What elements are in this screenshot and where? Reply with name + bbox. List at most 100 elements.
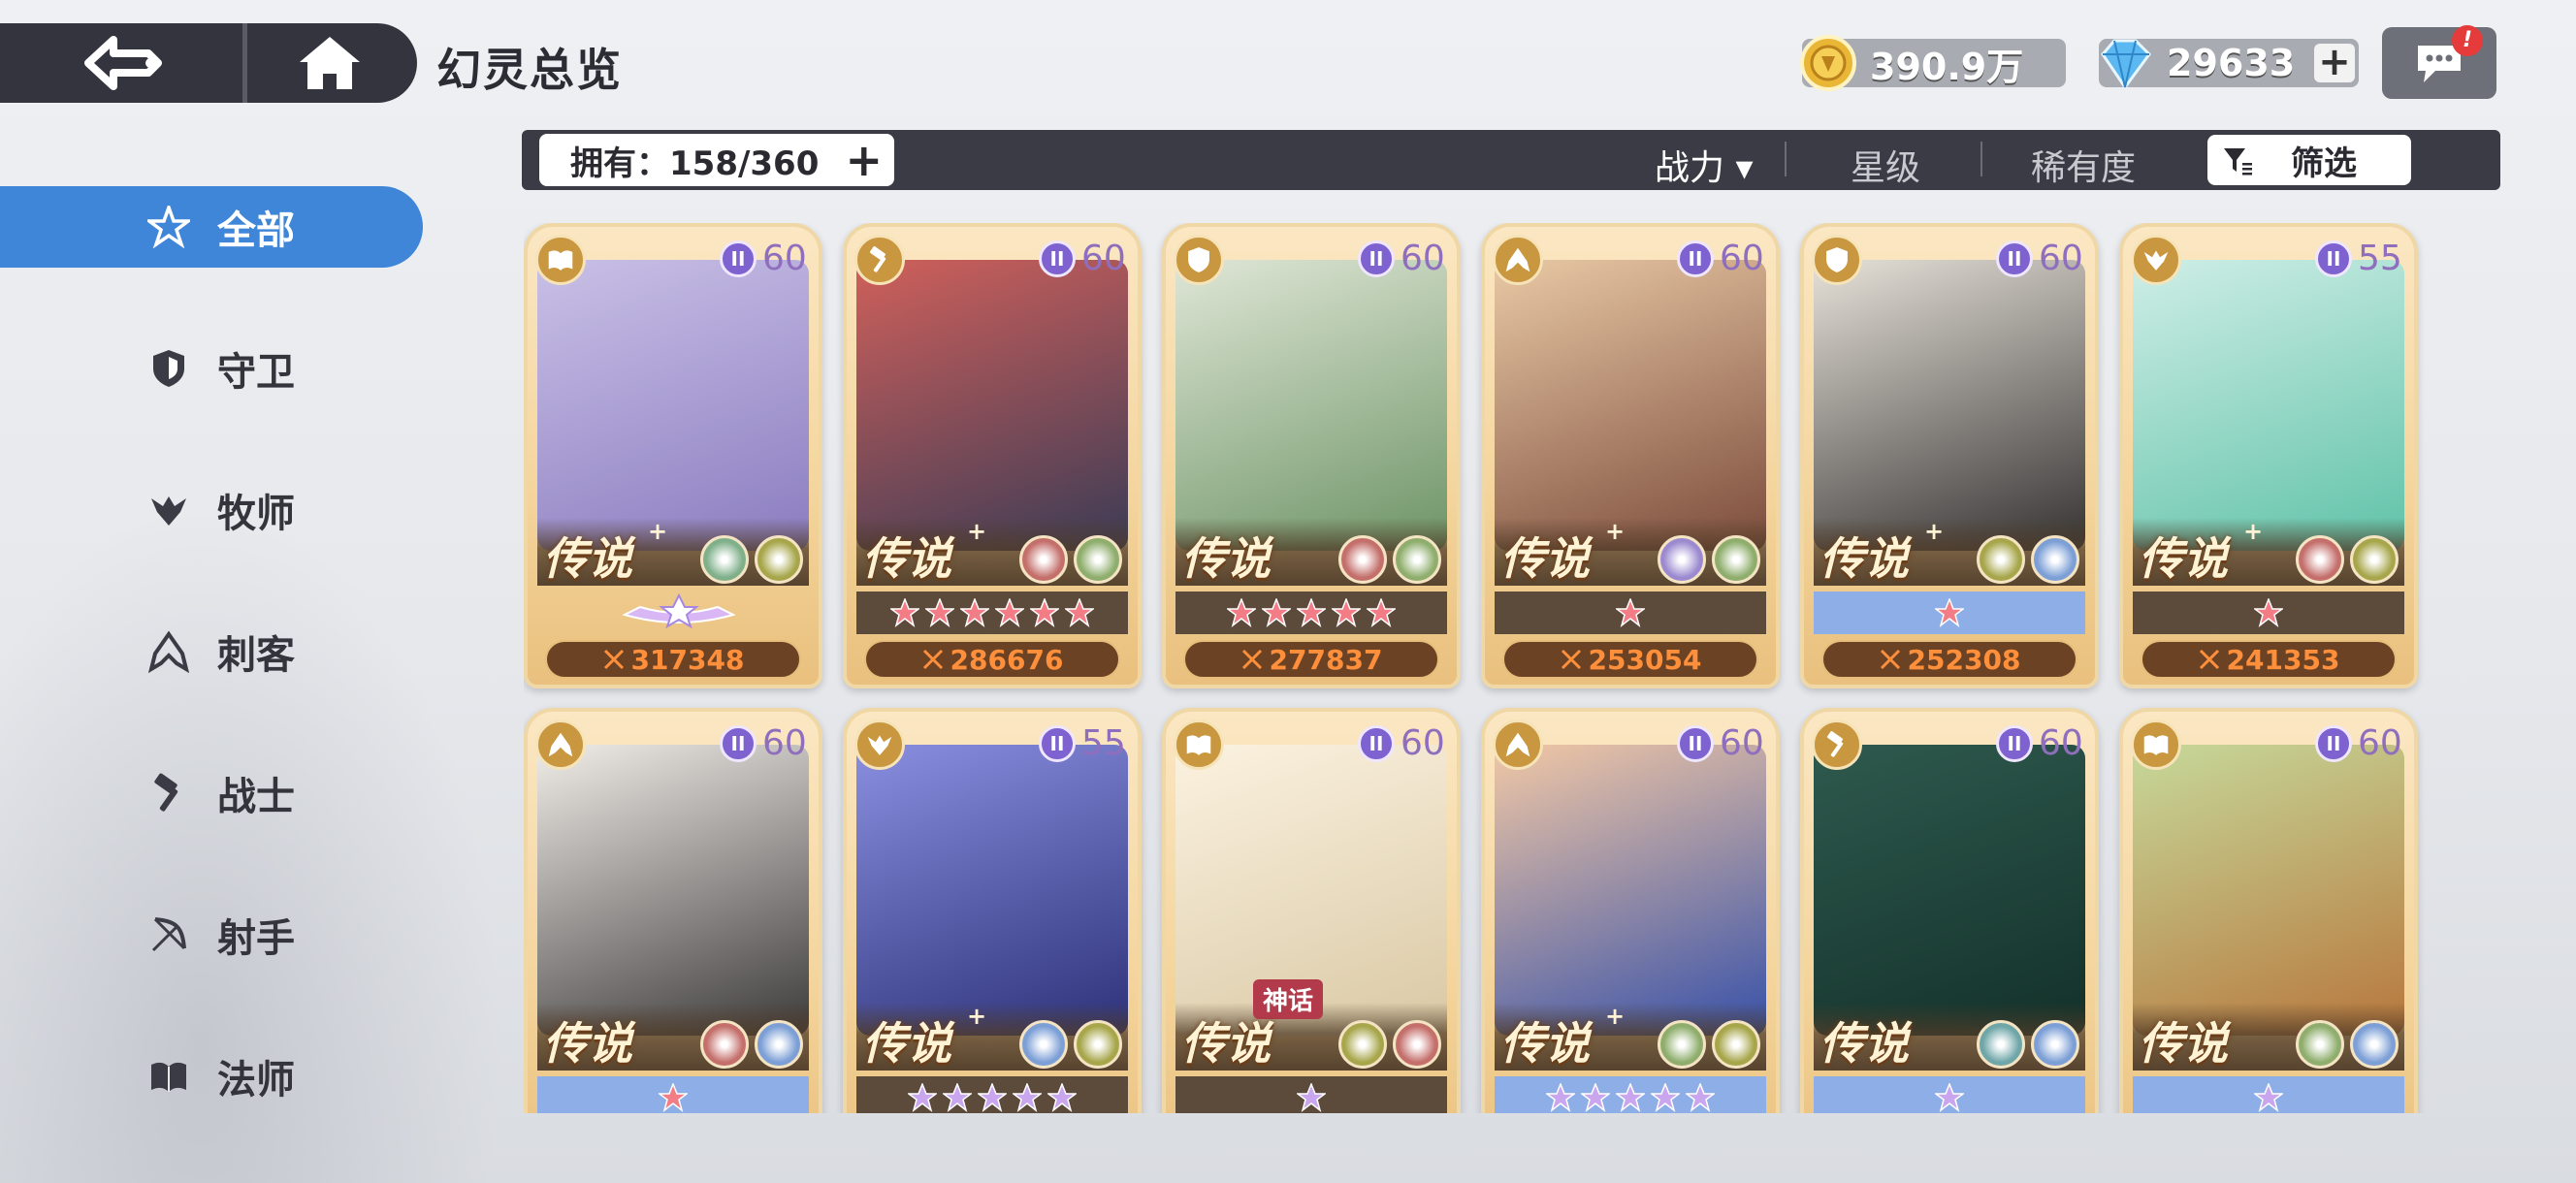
character-level: 60: [1720, 723, 1764, 763]
character-card[interactable]: II 55 传说 + 241353: [2119, 223, 2418, 688]
rarity-label: 传说: [862, 532, 951, 585]
sidebar-item-archer[interactable]: 射手: [0, 894, 423, 975]
element-icon: [1712, 1020, 1760, 1069]
star-icon: [1546, 1083, 1575, 1112]
power-value: 252308: [1907, 643, 2021, 676]
hammer-icon: [869, 246, 886, 272]
star-icon: [1030, 598, 1059, 627]
character-card[interactable]: II 60 传说 + 253054: [1481, 223, 1780, 688]
character-level: 60: [2039, 723, 2083, 763]
character-card[interactable]: II 55 传说 +: [843, 708, 1142, 1113]
book-icon: [1186, 735, 1211, 755]
character-portrait: [2133, 745, 2404, 1036]
tier-badge: II: [1358, 240, 1395, 277]
character-portrait: [1495, 260, 1766, 551]
chat-button[interactable]: !: [2382, 25, 2496, 99]
crossed-swords-icon: [2199, 649, 2219, 670]
shield-icon: [153, 350, 184, 387]
filter-button[interactable]: 筛选: [2207, 135, 2411, 185]
home-icon: [300, 37, 360, 89]
sidebar-item-all[interactable]: 全部: [0, 186, 423, 268]
filter-icon: [2224, 148, 2252, 176]
character-card[interactable]: II 60 神话 传说: [1162, 708, 1461, 1113]
character-level: 60: [1081, 239, 1126, 278]
character-level: 60: [2358, 723, 2402, 763]
power-value: 241353: [2226, 643, 2340, 676]
sidebar-item-mage[interactable]: 法师: [0, 1036, 423, 1117]
sidebar-item-label: 刺客: [217, 633, 295, 678]
star-icon: [1297, 598, 1326, 627]
star-icon: [1047, 1083, 1077, 1112]
character-level: 60: [1401, 239, 1445, 278]
book-icon: [151, 1062, 186, 1092]
tier-badge: II: [2315, 240, 2352, 277]
character-card[interactable]: II 60 传说: [2119, 708, 2418, 1113]
element-icon: [1074, 1020, 1122, 1069]
character-card[interactable]: II 60 传说 +: [1481, 708, 1780, 1113]
add-gems-button[interactable]: +: [2314, 43, 2355, 82]
power-bar: 277837: [1183, 640, 1439, 679]
character-card[interactable]: II 60 传说: [524, 708, 822, 1113]
tier-badge: II: [1996, 240, 2033, 277]
book-icon: [548, 250, 573, 271]
element-icon: [1019, 1020, 1068, 1069]
expand-capacity-icon: +: [845, 134, 883, 186]
star-rating: [1814, 592, 2085, 634]
filter-label: 筛选: [2291, 144, 2357, 183]
character-card[interactable]: II 60 传说 277837: [1162, 223, 1461, 688]
sidebar-item-guard[interactable]: 守卫: [0, 328, 423, 409]
element-icon: [2031, 535, 2079, 584]
element-icon: [1338, 1020, 1387, 1069]
sidebar-item-warrior[interactable]: 战士: [0, 752, 423, 834]
sidebar-item-label: 法师: [217, 1058, 295, 1103]
star-icon: [978, 1083, 1007, 1112]
class-badge: [2131, 719, 2181, 770]
rarity-label: 传说: [1819, 532, 1909, 585]
rarity-plus: +: [1605, 1003, 1626, 1030]
hood-icon: [548, 732, 573, 757]
sort-stars[interactable]: 星级: [1851, 140, 1920, 190]
character-level: 60: [2039, 239, 2083, 278]
character-card[interactable]: II 60 传说: [1800, 708, 2099, 1113]
sort-rarity[interactable]: 稀有度: [2031, 140, 2136, 190]
tier-badge: II: [1358, 725, 1395, 762]
star-rating: [1814, 1076, 2085, 1113]
tier-badge: II: [1996, 725, 2033, 762]
owned-count-button[interactable]: 拥有：158/360 +: [539, 134, 894, 186]
tier-badge: II: [2315, 725, 2352, 762]
character-portrait: [2133, 260, 2404, 551]
element-icon: [1658, 535, 1706, 584]
sidebar-item-priest[interactable]: 牧师: [0, 469, 423, 551]
star-icon: [1332, 598, 1361, 627]
class-badge: [1174, 235, 1224, 285]
home-button[interactable]: [247, 23, 412, 103]
element-icon: [700, 535, 749, 584]
wing-icon: [867, 735, 892, 755]
gold-value: 390.9万: [1870, 45, 2024, 88]
element-icon: [755, 535, 803, 584]
back-arrow-icon: [84, 36, 162, 90]
element-icon: [1658, 1020, 1706, 1069]
class-badge: [854, 235, 905, 285]
sidebar-item-label: 战士: [217, 775, 295, 819]
star-icon: [1297, 1083, 1326, 1112]
character-card[interactable]: II 60 传说 + 286676: [843, 223, 1142, 688]
sidebar-item-label: 射手: [217, 916, 295, 961]
class-badge: [1174, 719, 1224, 770]
rarity-label: 传说: [1500, 1017, 1590, 1070]
rarity-label: 传说: [2139, 532, 2228, 585]
character-level: 60: [1720, 239, 1764, 278]
sort-power[interactable]: 战力 ▾: [1655, 140, 1754, 190]
character-card[interactable]: II 60 传说 + 252308: [1800, 223, 2099, 688]
sidebar-item-assassin[interactable]: 刺客: [0, 611, 423, 692]
back-button[interactable]: [0, 23, 247, 103]
star-rating: [537, 1076, 809, 1113]
crossed-swords-icon: [1880, 649, 1900, 670]
hammer-icon: [1826, 731, 1844, 757]
wing-icon: [151, 496, 186, 526]
rarity-plus: +: [967, 518, 987, 545]
character-card[interactable]: II 60 传说 + 317348: [524, 223, 822, 688]
class-badge: [535, 719, 586, 770]
class-badge: [535, 235, 586, 285]
rarity-label: 传说: [1500, 532, 1590, 585]
